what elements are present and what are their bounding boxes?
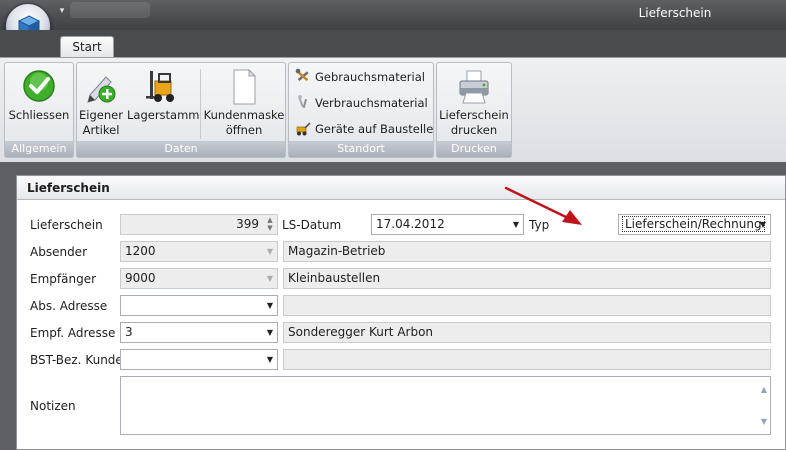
bst-bez-kunde-field[interactable]: ▼ xyxy=(120,349,278,370)
gebrauchsmaterial-label: Gebrauchsmaterial xyxy=(315,70,425,84)
empfaenger-name-field: Kleinbaustellen xyxy=(283,268,771,289)
notizen-label: Notizen xyxy=(30,399,76,413)
screws-icon xyxy=(298,95,308,109)
forklift-icon xyxy=(146,71,174,102)
chevron-down-icon[interactable]: ▼ xyxy=(263,323,277,342)
empf-adresse-value: 3 xyxy=(125,325,133,339)
chevron-down-icon[interactable]: ▼ xyxy=(263,296,277,315)
bst-bez-kunde-label: BST-Bez. Kunde xyxy=(30,353,123,367)
verbrauchsmaterial-label: Verbrauchsmaterial xyxy=(315,96,428,110)
absender-field[interactable]: 1200 ▼ xyxy=(120,241,278,262)
scroll-up-icon[interactable]: ▲ xyxy=(761,380,767,399)
absender-label: Absender xyxy=(30,245,87,259)
eigener-artikel-label-1: Eigener xyxy=(79,108,123,122)
lieferschein-number-field[interactable]: 399 ▲ ▼ xyxy=(120,214,278,235)
quick-access-toolbar xyxy=(70,2,150,18)
typ-select[interactable]: Lieferschein/Rechnung ▼ xyxy=(618,214,771,235)
group-label-drucken: Drucken xyxy=(437,141,511,157)
schliessen-label: Schliessen xyxy=(8,108,70,122)
green-check-icon xyxy=(23,70,55,102)
group-label-standort: Standort xyxy=(289,141,433,157)
kundenmaske-label-2: öffnen xyxy=(225,123,263,137)
group-label-daten: Daten xyxy=(77,141,285,157)
eigener-artikel-button[interactable]: Eigener Artikel xyxy=(77,69,125,138)
kundenmaske-oeffnen-button[interactable]: Kundenmaske öffnen xyxy=(203,69,285,138)
number-spinner-icon[interactable]: ▲ ▼ xyxy=(265,216,275,233)
ribbon-tab-strip xyxy=(0,30,786,57)
empfaenger-name-value: Kleinbaustellen xyxy=(288,271,381,285)
absender-name-value: Magazin-Betrieb xyxy=(288,244,386,258)
quick-access-dropdown-icon[interactable]: ▾ xyxy=(54,3,70,19)
absender-value: 1200 xyxy=(125,244,156,258)
geraete-auf-baustelle-button[interactable]: Geräte auf Baustelle xyxy=(295,119,433,139)
tools-icon xyxy=(295,68,309,82)
verbrauchsmaterial-button[interactable]: Verbrauchsmaterial xyxy=(295,93,428,113)
red-annotation-arrow-icon xyxy=(504,186,582,225)
abs-adresse-name-field xyxy=(283,295,771,316)
ribbon-group-standort: Gebrauchsmaterial Verbrauchsmaterial Ger… xyxy=(288,62,434,158)
title-bar: ▾ Lieferschein xyxy=(0,0,786,30)
panel-header: Lieferschein xyxy=(17,176,785,200)
notizen-textarea[interactable]: ▲ ▼ xyxy=(120,376,771,435)
lieferschein-drucken-label-2: drucken xyxy=(450,123,498,137)
ribbon-separator xyxy=(200,69,201,139)
window-title: Lieferschein xyxy=(638,6,712,20)
lieferschein-label: Lieferschein xyxy=(30,218,103,232)
absender-name-field: Magazin-Betrieb xyxy=(283,241,771,262)
schliessen-button[interactable]: Schliessen xyxy=(7,69,71,123)
lieferschein-panel: Lieferschein Lieferschein 399 ▲ ▼ LS-Datu… xyxy=(16,175,786,450)
empfaenger-field[interactable]: 9000 ▼ xyxy=(120,268,278,289)
tab-start[interactable]: Start xyxy=(60,36,114,58)
lieferschein-drucken-label-1: Lieferschein xyxy=(439,108,509,122)
ribbon-group-drucken: Lieferschein drucken Drucken xyxy=(436,62,512,158)
construction-machine-icon xyxy=(296,122,311,136)
kundenmaske-label-1: Kundenmaske xyxy=(203,108,285,122)
ribbon: Schliessen Allgemein Eigener Artikel Lag… xyxy=(0,57,786,162)
document-icon xyxy=(233,69,257,105)
lieferschein-drucken-button[interactable]: Lieferschein drucken xyxy=(439,69,509,138)
chevron-down-icon[interactable]: ▼ xyxy=(263,350,277,369)
empf-adresse-field[interactable]: 3 ▼ xyxy=(120,322,278,343)
empfaenger-value: 9000 xyxy=(125,271,156,285)
empf-adresse-label: Empf. Adresse xyxy=(30,326,116,340)
scroll-down-icon[interactable]: ▼ xyxy=(761,412,767,431)
chevron-down-icon[interactable]: ▼ xyxy=(263,269,277,288)
bst-bez-kunde-name-field xyxy=(283,349,771,370)
empfaenger-label: Empfänger xyxy=(30,272,97,286)
ls-datum-label: LS-Datum xyxy=(282,218,342,232)
lagerstamm-button[interactable]: Lagerstamm xyxy=(127,69,200,123)
pencil-plus-icon xyxy=(87,76,116,103)
ribbon-group-allgemein: Schliessen Allgemein xyxy=(4,62,74,158)
chevron-down-icon[interactable]: ▼ xyxy=(756,215,770,234)
gebrauchsmaterial-button[interactable]: Gebrauchsmaterial xyxy=(295,67,425,87)
chevron-down-icon[interactable]: ▼ xyxy=(263,242,277,261)
ls-datum-value: 17.04.2012 xyxy=(376,217,445,231)
eigener-artikel-label-2: Artikel xyxy=(82,123,120,137)
geraete-auf-baustelle-label: Geräte auf Baustelle xyxy=(315,122,434,136)
empf-adresse-name-field: Sonderegger Kurt Arbon xyxy=(283,322,771,343)
lieferschein-number-value: 399 xyxy=(236,217,259,231)
tab-start-label: Start xyxy=(72,40,102,54)
typ-value: Lieferschein/Rechnung xyxy=(622,216,765,232)
abs-adresse-label: Abs. Adresse xyxy=(30,299,108,313)
panel-title: Lieferschein xyxy=(27,181,110,195)
abs-adresse-field[interactable]: ▼ xyxy=(120,295,278,316)
printer-icon xyxy=(459,70,489,104)
group-label-allgemein: Allgemein xyxy=(5,141,73,157)
ribbon-group-daten: Eigener Artikel Lagerstamm Kundenmaske ö… xyxy=(76,62,286,158)
empf-adresse-name-value: Sonderegger Kurt Arbon xyxy=(288,325,434,339)
lagerstamm-label: Lagerstamm xyxy=(127,108,200,122)
